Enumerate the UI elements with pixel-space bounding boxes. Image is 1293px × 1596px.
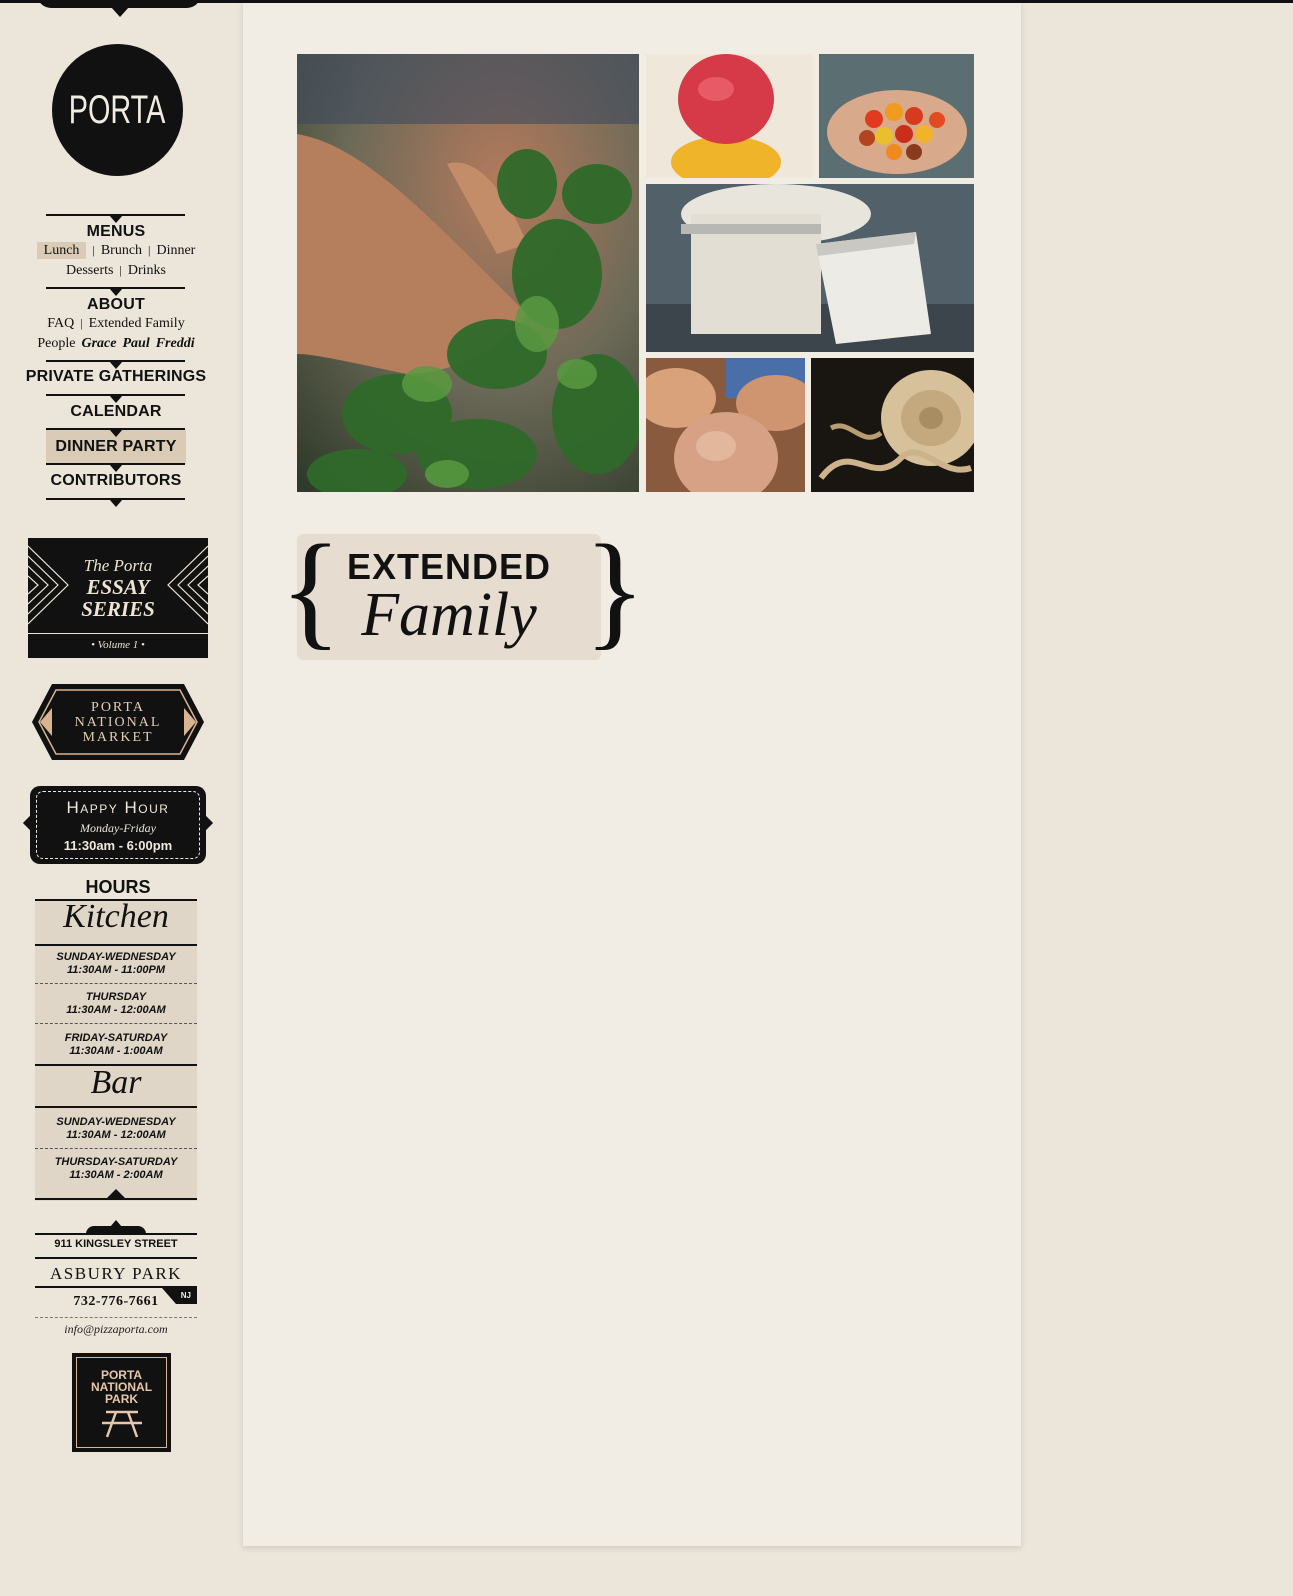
cheese-photo	[646, 184, 974, 352]
nav-about-row-2: People Grace Paul Freddi	[0, 336, 232, 352]
nav-menus-heading[interactable]: MENUS	[0, 223, 232, 241]
kitchen-slot: FRIDAY-SATURDAY 11:30AM - 1:00AM	[64, 1032, 168, 1057]
nav-about-heading[interactable]: ABOUT	[0, 296, 232, 314]
bar-slot: SUNDAY-WEDNESDAY 11:30AM - 12:00AM	[56, 1116, 176, 1141]
national-market-badge[interactable]: PORTA NATIONAL MARKET	[32, 684, 204, 760]
eggs-photo	[646, 358, 805, 492]
divider	[35, 1106, 197, 1108]
divider	[46, 360, 185, 369]
divider	[28, 633, 208, 634]
nav-desserts[interactable]: Desserts	[66, 263, 113, 278]
nav-menus-row-1: Lunch | Brunch | Dinner	[0, 242, 232, 259]
divider	[35, 1317, 197, 1318]
pasta-photo	[811, 358, 974, 492]
nav-people[interactable]: People	[37, 336, 75, 351]
nav-calendar[interactable]: CALENDAR	[0, 403, 232, 421]
nav-brunch[interactable]: Brunch	[101, 243, 142, 258]
greens-photo	[297, 54, 639, 492]
nav-lunch[interactable]: Lunch	[36, 242, 87, 259]
address-email[interactable]: info@pizzaporta.com	[35, 1322, 197, 1337]
address-city: ASBURY PARK	[50, 1264, 182, 1283]
top-tab	[37, 0, 201, 17]
happy-hour-time: 11:30am - 6:00pm	[63, 838, 173, 853]
essay-volume: • Volume 1 •	[91, 639, 145, 651]
sidebar: PORTA MENUS Lunch | Brunch | Dinner Desserts…	[0, 0, 232, 1596]
divider	[46, 287, 185, 296]
divider	[46, 498, 185, 507]
divider	[35, 1023, 197, 1024]
park-text: PORTA NATIONAL PARK	[90, 1368, 153, 1406]
address-phone[interactable]: 732-776-7661	[35, 1294, 197, 1310]
divider	[46, 463, 185, 472]
nav-paul[interactable]: Paul	[122, 336, 149, 351]
hours-bar-label: Bar	[90, 1064, 142, 1101]
national-park-badge[interactable]: PORTA NATIONAL PARK	[72, 1353, 171, 1452]
hours-kitchen-label: Kitchen	[63, 898, 169, 935]
essay-line-1: The Porta	[83, 556, 153, 575]
nav-dinner[interactable]: Dinner	[156, 243, 195, 258]
happy-hour-title: Happy Hour	[66, 798, 170, 817]
divider	[46, 428, 185, 437]
divider	[46, 394, 185, 403]
happy-hour-days: Monday-Friday	[80, 821, 156, 835]
essay-series-banner[interactable]: The Porta ESSAY SERIES • Volume 1 •	[28, 538, 208, 658]
nav-menus-row-2: Desserts | Drinks	[66, 263, 166, 278]
divider	[35, 1148, 197, 1149]
divider	[35, 1233, 197, 1235]
nav-dinner-party[interactable]: DINNER PARTY	[0, 438, 232, 456]
essay-line-2: ESSAY SERIES	[81, 575, 155, 621]
nav-drinks[interactable]: Drinks	[128, 263, 166, 278]
nav-freddi[interactable]: Freddi	[156, 336, 195, 351]
kitchen-slot: SUNDAY-WEDNESDAY 11:30AM - 11:00PM	[56, 951, 176, 976]
page-title-bottom: Family	[361, 581, 537, 649]
divider	[35, 983, 197, 984]
divider	[35, 944, 197, 946]
happy-hour-badge: Happy Hour Monday-Friday 11:30am - 6:00p…	[30, 786, 206, 864]
divider	[46, 214, 185, 223]
nav-extended-family[interactable]: Extended Family	[89, 316, 185, 331]
nav-contributors[interactable]: CONTRIBUTORS	[0, 472, 232, 490]
nav-grace[interactable]: Grace	[81, 336, 116, 351]
nav-faq[interactable]: FAQ	[47, 316, 74, 331]
market-text: PORTA NATIONAL MARKET	[74, 700, 162, 745]
picnic-table-icon	[102, 1410, 142, 1438]
bar-slot: THURSDAY-SATURDAY 11:30AM - 2:00AM	[54, 1156, 178, 1181]
nav-about-row-1: FAQ | Extended Family	[47, 316, 185, 331]
divider	[35, 1198, 197, 1200]
sorbet-photo	[646, 54, 813, 178]
hours-title: HOURS	[85, 877, 151, 897]
kitchen-slot: THURSDAY 11:30AM - 12:00AM	[66, 991, 166, 1016]
divider	[35, 1257, 197, 1259]
nav-private-gatherings[interactable]: PRIVATE GATHERINGS	[0, 368, 232, 386]
address-street: 911 KINGSLEY STREET	[54, 1238, 178, 1250]
tomatoes-photo	[819, 54, 974, 178]
up-triangle-icon	[107, 1189, 125, 1198]
porta-logo[interactable]: PORTA	[52, 44, 183, 176]
divider	[35, 1286, 197, 1288]
